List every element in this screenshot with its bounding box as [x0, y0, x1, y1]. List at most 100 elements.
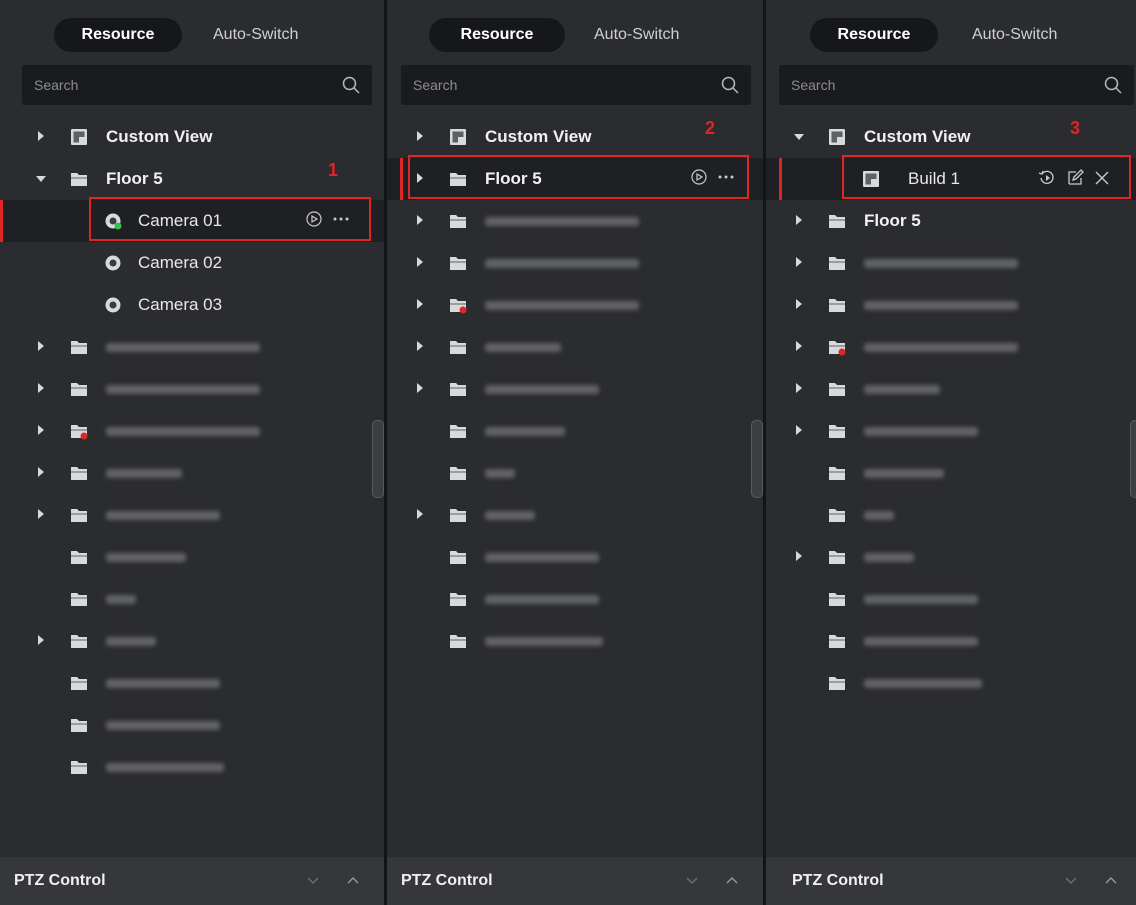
chevron-up-icon[interactable] [346, 873, 360, 887]
tab-resource[interactable]: Resource [54, 18, 182, 52]
tree-node-camera-03[interactable]: Camera 03 [0, 284, 384, 326]
chevron-down-icon[interactable] [306, 873, 320, 887]
tab-resource[interactable]: Resource [810, 18, 938, 52]
expand-arrow-icon[interactable] [796, 257, 802, 267]
chevron-up-icon[interactable] [725, 873, 739, 887]
tab-resource[interactable]: Resource [429, 18, 565, 52]
expand-arrow-icon[interactable] [417, 131, 423, 141]
panel-resize-handle[interactable] [372, 420, 384, 498]
tree-node-custom-view[interactable]: Custom View 3 [766, 116, 1136, 158]
tree-node-folder[interactable] [0, 662, 384, 704]
ptz-control-bar: PTZ Control [0, 857, 384, 905]
search-input[interactable] [34, 65, 314, 105]
search-input[interactable] [413, 65, 693, 105]
tree-node-folder[interactable] [766, 494, 1136, 536]
folder-icon [450, 341, 466, 354]
folder-icon [71, 761, 87, 774]
folder-icon [829, 509, 845, 522]
tree-node-folder[interactable] [0, 620, 384, 662]
folder-icon [829, 257, 845, 270]
expand-arrow-icon[interactable] [417, 509, 423, 519]
tree-node-folder[interactable] [766, 536, 1136, 578]
expand-arrow-icon[interactable] [417, 299, 423, 309]
tree-node-folder[interactable] [0, 452, 384, 494]
expand-arrow-icon[interactable] [796, 299, 802, 309]
tree-node-folder[interactable] [0, 494, 384, 536]
tree-node-folder[interactable] [387, 200, 763, 242]
expand-arrow-icon[interactable] [796, 383, 802, 393]
tree-node-folder[interactable] [0, 536, 384, 578]
tree-node-custom-view[interactable]: Custom View [0, 116, 384, 158]
tree-node-camera-02[interactable]: Camera 02 [0, 242, 384, 284]
panel-resize-handle[interactable] [751, 420, 763, 498]
tree-node-folder[interactable] [387, 284, 763, 326]
tree-node-folder[interactable] [387, 620, 763, 662]
expand-arrow-icon[interactable] [38, 131, 44, 141]
expand-arrow-icon[interactable] [796, 215, 802, 225]
tree-node-folder[interactable] [387, 326, 763, 368]
chevron-up-icon[interactable] [1104, 873, 1118, 887]
expand-arrow-icon[interactable] [417, 383, 423, 393]
tree-node-custom-view[interactable]: Custom View 2 [387, 116, 763, 158]
expand-arrow-icon[interactable] [38, 635, 44, 645]
selection-indicator [400, 158, 403, 200]
step-marker: 2 [705, 118, 716, 138]
collapse-arrow-icon[interactable] [36, 176, 46, 182]
chevron-down-icon[interactable] [1064, 873, 1078, 887]
expand-arrow-icon[interactable] [796, 341, 802, 351]
highlight-box [408, 155, 749, 199]
tree-node-folder[interactable] [766, 578, 1136, 620]
tree-node-folder[interactable] [387, 578, 763, 620]
redacted-label [864, 469, 944, 478]
expand-arrow-icon[interactable] [38, 509, 44, 519]
redacted-label [106, 343, 260, 352]
redacted-label [864, 511, 894, 520]
folder-alert-icon [71, 425, 88, 440]
tab-auto-switch[interactable]: Auto-Switch [594, 18, 679, 52]
tree-node-folder[interactable] [766, 410, 1136, 452]
tree-node-folder[interactable] [0, 326, 384, 368]
expand-arrow-icon[interactable] [796, 551, 802, 561]
tree-node-folder[interactable] [387, 242, 763, 284]
chevron-down-icon[interactable] [685, 873, 699, 887]
collapse-arrow-icon[interactable] [794, 134, 804, 140]
tree-node-folder[interactable] [387, 410, 763, 452]
panel-resize-handle[interactable] [1130, 420, 1136, 498]
custom-view-icon [71, 129, 87, 145]
search-icon[interactable] [1104, 76, 1122, 94]
redacted-label [864, 259, 1018, 268]
expand-arrow-icon[interactable] [796, 425, 802, 435]
tree-node-folder[interactable] [766, 620, 1136, 662]
tree-node-folder[interactable] [766, 242, 1136, 284]
tree-node-folder[interactable] [766, 368, 1136, 410]
search-icon[interactable] [342, 76, 360, 94]
tree-node-folder[interactable] [0, 368, 384, 410]
tree-node-folder[interactable] [0, 746, 384, 788]
search-icon[interactable] [721, 76, 739, 94]
tree-node-folder[interactable] [0, 578, 384, 620]
tree-node-folder[interactable] [387, 494, 763, 536]
tree-node-folder[interactable] [766, 284, 1136, 326]
tree-node-folder[interactable] [766, 662, 1136, 704]
tree-node-folder[interactable] [766, 326, 1136, 368]
expand-arrow-icon[interactable] [417, 341, 423, 351]
tab-auto-switch[interactable]: Auto-Switch [972, 18, 1057, 52]
tree-node-folder[interactable] [387, 452, 763, 494]
expand-arrow-icon[interactable] [38, 467, 44, 477]
expand-arrow-icon[interactable] [417, 215, 423, 225]
search-input[interactable] [791, 65, 1075, 105]
tree-node-folder[interactable] [387, 368, 763, 410]
tree-node-floor5[interactable]: Floor 5 1 [0, 158, 384, 200]
tree-node-floor5[interactable]: Floor 5 [766, 200, 1136, 242]
expand-arrow-icon[interactable] [417, 257, 423, 267]
expand-arrow-icon[interactable] [38, 425, 44, 435]
expand-arrow-icon[interactable] [38, 341, 44, 351]
folder-icon [71, 341, 87, 354]
tree-node-folder[interactable] [0, 410, 384, 452]
tree-node-folder[interactable] [0, 704, 384, 746]
expand-arrow-icon[interactable] [38, 383, 44, 393]
tree-node-folder[interactable] [766, 452, 1136, 494]
tab-auto-switch[interactable]: Auto-Switch [213, 18, 298, 52]
tree-label: Floor 5 [106, 169, 163, 188]
tree-node-folder[interactable] [387, 536, 763, 578]
